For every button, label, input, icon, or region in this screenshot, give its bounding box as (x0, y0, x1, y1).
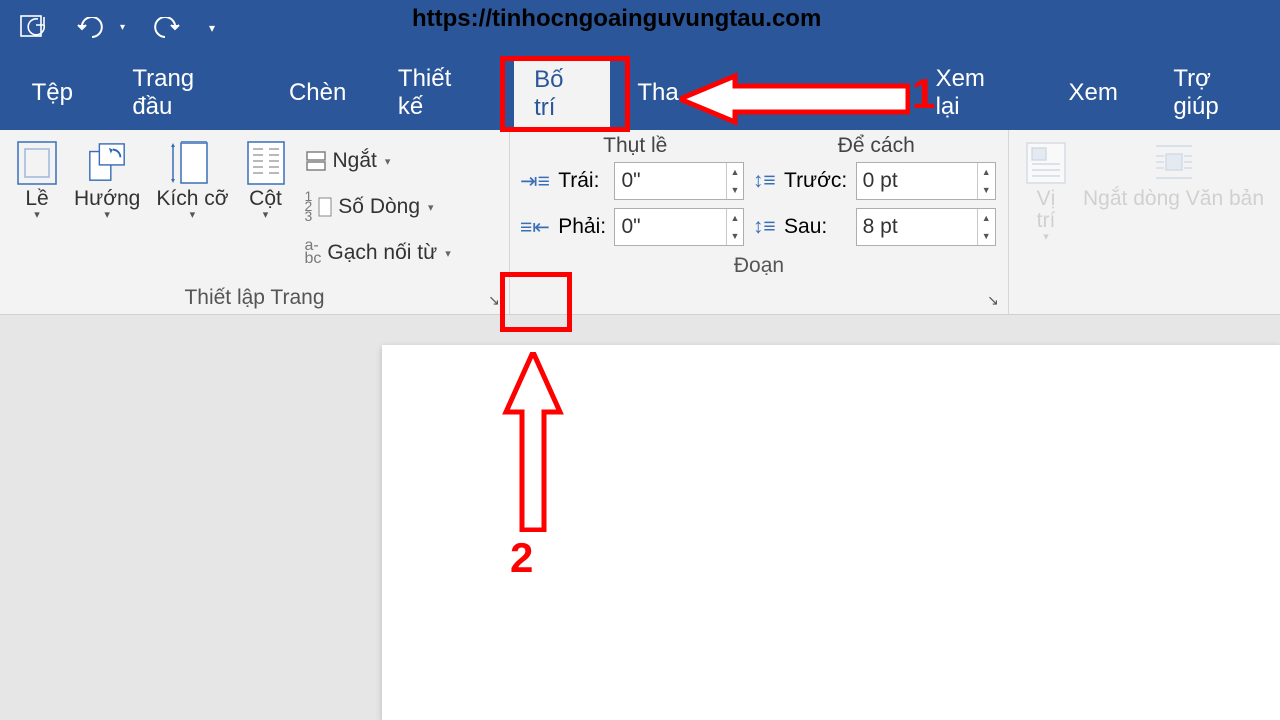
size-label: Kích cỡ (156, 188, 228, 210)
line-numbers-icon: 123 (305, 192, 313, 221)
spacing-before-label: Trước: (784, 169, 850, 193)
wrap-text-button: Ngắt dòng Văn bản (1075, 138, 1272, 214)
hyphenation-label: Gạch nối từ (327, 241, 437, 265)
position-icon (1025, 142, 1067, 184)
watermark-url: https://tinhocngoainguvungtau.com (412, 5, 821, 33)
indent-left-icon: ⇥≡ (520, 169, 552, 194)
spacing-before-input[interactable] (857, 167, 977, 195)
size-icon (171, 142, 213, 184)
chevron-down-icon: ▾ (190, 208, 196, 221)
hyphenation-icon: a-bc (305, 240, 322, 266)
breaks-icon (305, 150, 327, 172)
chevron-down-icon: ▾ (263, 208, 269, 221)
breaks-label: Ngắt (333, 149, 377, 173)
tab-home[interactable]: Trang đầu (112, 55, 257, 130)
margins-icon (16, 142, 58, 184)
chevron-down-icon: ▾ (385, 155, 391, 168)
tab-view[interactable]: Xem (1048, 55, 1137, 130)
chevron-down-icon: ▾ (34, 208, 40, 221)
orientation-label: Hướng (74, 188, 140, 210)
undo-dropdown-icon[interactable]: ▾ (120, 22, 125, 33)
chevron-down-icon: ▾ (428, 201, 434, 214)
columns-icon (245, 142, 287, 184)
spacing-after-input[interactable] (857, 213, 977, 241)
size-button[interactable]: Kích cỡ ▾ (148, 138, 236, 225)
spacing-before-icon: ↕≡ (753, 169, 778, 193)
chevron-down-icon: ▾ (104, 208, 110, 221)
group-paragraph-title: Đoạn (510, 250, 1008, 282)
hyphenation-button[interactable]: a-bc Gạch nối từ ▾ (299, 232, 457, 274)
spinner-down-icon[interactable]: ▼ (727, 227, 744, 245)
page-setup-launcher[interactable]: ↘ (485, 291, 503, 309)
ribbon: Lề ▾ Hướng ▾ (0, 130, 1280, 315)
orientation-icon (86, 142, 128, 184)
document-page (382, 345, 1280, 720)
customize-qat-icon[interactable]: ▾ (209, 21, 215, 35)
spacing-after-spinner[interactable]: ▲▼ (856, 208, 996, 246)
ribbon-tabs: Tệp Trang đầu Chèn Thiết kế Bố trí Tha ư… (0, 55, 1280, 130)
indent-right-icon: ≡⇤ (520, 215, 552, 240)
spacing-after-label: Sau: (784, 215, 850, 239)
undo-icon[interactable] (76, 17, 110, 39)
tab-insert[interactable]: Chèn (269, 55, 366, 130)
position-label: Vị trí (1025, 188, 1067, 232)
paragraph-launcher[interactable]: ↘ (984, 291, 1002, 309)
indent-left-label: Trái: (558, 169, 608, 193)
group-paragraph: Thụt lề Để cách ⇥≡ Trái: ▲▼ ↕≡ Trước: ▲▼… (510, 130, 1009, 314)
spacing-before-spinner[interactable]: ▲▼ (856, 162, 996, 200)
indent-left-spinner[interactable]: ▲▼ (614, 162, 744, 200)
indent-right-input[interactable] (615, 213, 725, 241)
spinner-down-icon[interactable]: ▼ (978, 181, 995, 199)
position-button: Vị trí ▾ (1017, 138, 1075, 247)
margins-label: Lề (25, 188, 48, 210)
redo-icon[interactable] (153, 17, 181, 39)
spacing-after-icon: ↕≡ (753, 215, 778, 239)
chevron-down-icon: ▾ (445, 247, 451, 260)
columns-button[interactable]: Cột ▾ (237, 138, 295, 225)
spinner-up-icon[interactable]: ▲ (978, 163, 995, 181)
spinner-up-icon[interactable]: ▲ (727, 163, 744, 181)
spinner-up-icon[interactable]: ▲ (727, 209, 744, 227)
chevron-down-icon: ▾ (1043, 230, 1049, 243)
page-icon (318, 197, 332, 217)
indent-left-input[interactable] (615, 167, 725, 195)
tab-mailing-partial[interactable]: ư (874, 55, 910, 130)
spinner-down-icon[interactable]: ▼ (978, 227, 995, 245)
spinner-up-icon[interactable]: ▲ (978, 209, 995, 227)
group-page-setup-title: Thiết lập Trang (0, 282, 509, 314)
wrap-text-icon (1153, 142, 1195, 184)
indent-right-label: Phải: (558, 215, 608, 239)
tab-file[interactable]: Tệp (12, 55, 93, 130)
breaks-button[interactable]: Ngắt ▾ (299, 140, 457, 182)
wrap-text-label: Ngắt dòng Văn bản (1083, 188, 1264, 210)
tab-help[interactable]: Trợ giúp (1153, 55, 1280, 130)
indent-right-spinner[interactable]: ▲▼ (614, 208, 744, 246)
line-numbers-label: Số Dòng (338, 195, 420, 219)
spacing-title: Để cách (838, 134, 915, 158)
tab-references-partial[interactable]: Tha (617, 55, 678, 130)
tab-layout[interactable]: Bố trí (514, 55, 610, 130)
tab-design[interactable]: Thiết kế (378, 55, 501, 130)
indent-title: Thụt lề (603, 134, 667, 158)
annotation-number-2: 2 (510, 534, 533, 582)
autosave-sync-icon[interactable] (20, 15, 48, 41)
spinner-down-icon[interactable]: ▼ (727, 181, 744, 199)
line-numbers-button[interactable]: 123 Số Dòng ▾ (299, 186, 457, 228)
group-page-setup: Lề ▾ Hướng ▾ (0, 130, 510, 314)
margins-button[interactable]: Lề ▾ (8, 138, 66, 225)
group-arrange: Vị trí ▾ Ngắt dòng Văn bản (1009, 130, 1280, 314)
orientation-button[interactable]: Hướng ▾ (66, 138, 148, 225)
annotation-number-1: 1 (912, 70, 935, 118)
columns-label: Cột (249, 188, 282, 210)
